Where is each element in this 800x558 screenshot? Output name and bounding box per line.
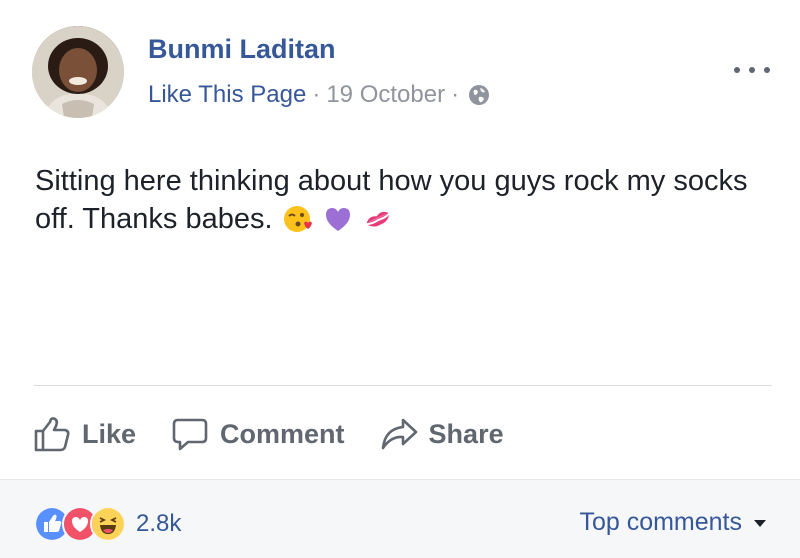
share-arrow-icon: [379, 414, 419, 454]
comment-icon: [170, 414, 210, 454]
like-label: Like: [82, 418, 137, 449]
post-body: Sitting here thinking about how you guys…: [35, 162, 775, 238]
comment-sort-dropdown[interactable]: Top comments: [579, 508, 766, 537]
post-actions: Like Comment Share: [32, 412, 538, 456]
avatar-photo: [32, 26, 124, 118]
actions-divider: [34, 385, 772, 386]
comment-label: Comment: [220, 418, 345, 449]
kiss-mark-emoji: [363, 204, 393, 234]
reactions-footer: 2.8k Top comments: [0, 479, 800, 558]
post-meta: Like This Page · 19 October ·: [148, 81, 491, 109]
author-name[interactable]: Bunmi Laditan: [148, 34, 336, 65]
purple-heart-emoji: [323, 204, 353, 234]
share-button[interactable]: Share: [379, 414, 504, 454]
haha-reaction-icon: [90, 506, 126, 542]
author-avatar[interactable]: [32, 26, 124, 118]
comment-sort-label: Top comments: [579, 508, 742, 536]
share-label: Share: [428, 418, 504, 449]
comment-button[interactable]: Comment: [170, 414, 345, 454]
meta-separator: ·: [451, 81, 460, 108]
reaction-count[interactable]: 2.8k: [136, 510, 181, 538]
more-options-icon[interactable]: [734, 58, 770, 82]
kissing-heart-emoji: [283, 204, 313, 234]
chevron-down-icon: [754, 520, 766, 527]
more-dot: [734, 67, 740, 73]
more-dot: [749, 67, 755, 73]
meta-separator: ·: [312, 81, 321, 108]
globe-icon[interactable]: [467, 83, 491, 107]
more-dot: [764, 67, 770, 73]
reaction-summary[interactable]: 2.8k: [34, 506, 181, 542]
like-button[interactable]: Like: [32, 414, 136, 454]
like-page-link[interactable]: Like This Page: [148, 81, 306, 109]
thumbs-up-icon: [32, 414, 72, 454]
post-date[interactable]: 19 October: [326, 81, 445, 109]
facebook-post: Bunmi Laditan Like This Page · 19 Octobe…: [0, 0, 800, 558]
